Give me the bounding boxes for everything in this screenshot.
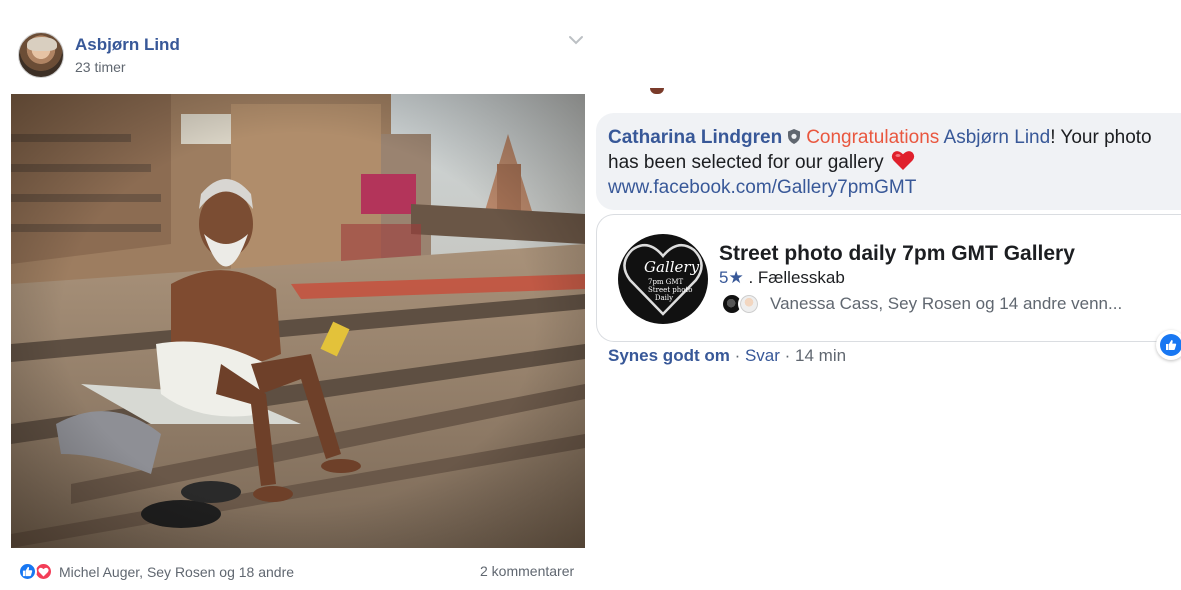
- like-icon: [18, 562, 37, 581]
- reply-link[interactable]: Svar: [745, 346, 780, 365]
- gallery-url-link[interactable]: www.facebook.com/Gallery7pmGMT: [608, 177, 916, 198]
- heart-emoji-icon: [891, 151, 915, 170]
- reaction-names[interactable]: Michel Auger, Sey Rosen og 18 andre: [59, 564, 294, 580]
- author-avatar[interactable]: [18, 32, 64, 78]
- friends-like-row[interactable]: Vanessa Cass, Sey Rosen og 14 andre venn…: [721, 293, 1122, 315]
- post-photo[interactable]: [11, 94, 585, 548]
- comment-author[interactable]: Catharina Lindgren: [608, 127, 782, 148]
- post-author-name[interactable]: Asbjørn Lind: [75, 35, 180, 55]
- congrats-text: Congratulations: [806, 127, 940, 148]
- page-category: . Fællesskab: [748, 268, 845, 287]
- separator: ·: [779, 346, 796, 365]
- mention-link[interactable]: Asbjørn Lind: [944, 127, 1051, 148]
- friend-avatar: [738, 293, 760, 315]
- post-card: Asbjørn Lind 23 timer Michel Auger, Sey …: [0, 0, 596, 590]
- comment-count-link[interactable]: 2 kommentarer: [480, 563, 574, 579]
- gallery-logo[interactable]: Gallery 7pm GMT Street photo Daily: [618, 234, 708, 324]
- page-title[interactable]: Street photo daily 7pm GMT Gallery: [719, 242, 1075, 266]
- reaction-summary[interactable]: Michel Auger, Sey Rosen og 18 andre: [18, 562, 294, 581]
- comment-actions: Synes godt om · Svar · 14 min: [608, 346, 846, 366]
- logo-subtitle: 7pm GMT Street photo Daily: [648, 278, 693, 302]
- like-icon: [1160, 334, 1181, 356]
- star-icon: ★: [728, 268, 744, 287]
- shield-icon: [788, 129, 801, 144]
- friend-names: Vanessa Cass, Sey Rosen og 14 andre venn…: [770, 294, 1123, 313]
- chevron-down-icon[interactable]: [566, 32, 586, 48]
- like-comment-link[interactable]: Synes godt om: [608, 346, 730, 365]
- separator: ·: [729, 346, 745, 365]
- comment-text-1: ! Your photo: [1050, 127, 1152, 148]
- page-preview-card[interactable]: Gallery 7pm GMT Street photo Daily Stree…: [596, 214, 1181, 342]
- page-rating: 5★ . Fællesskab: [719, 268, 845, 288]
- comment-text-2: has been selected for our gallery: [608, 152, 884, 173]
- logo-title: Gallery: [644, 258, 700, 276]
- comment-time[interactable]: 14 min: [795, 346, 846, 365]
- comment-bubble: Catharina Lindgren Congratulations Asbjør…: [596, 113, 1181, 210]
- comment-panel: Catharina Lindgren Congratulations Asbjør…: [596, 0, 1181, 590]
- comment-like-badge[interactable]: [1156, 330, 1181, 360]
- cropped-avatar-edge: [650, 88, 664, 94]
- post-timestamp[interactable]: 23 timer: [75, 59, 126, 75]
